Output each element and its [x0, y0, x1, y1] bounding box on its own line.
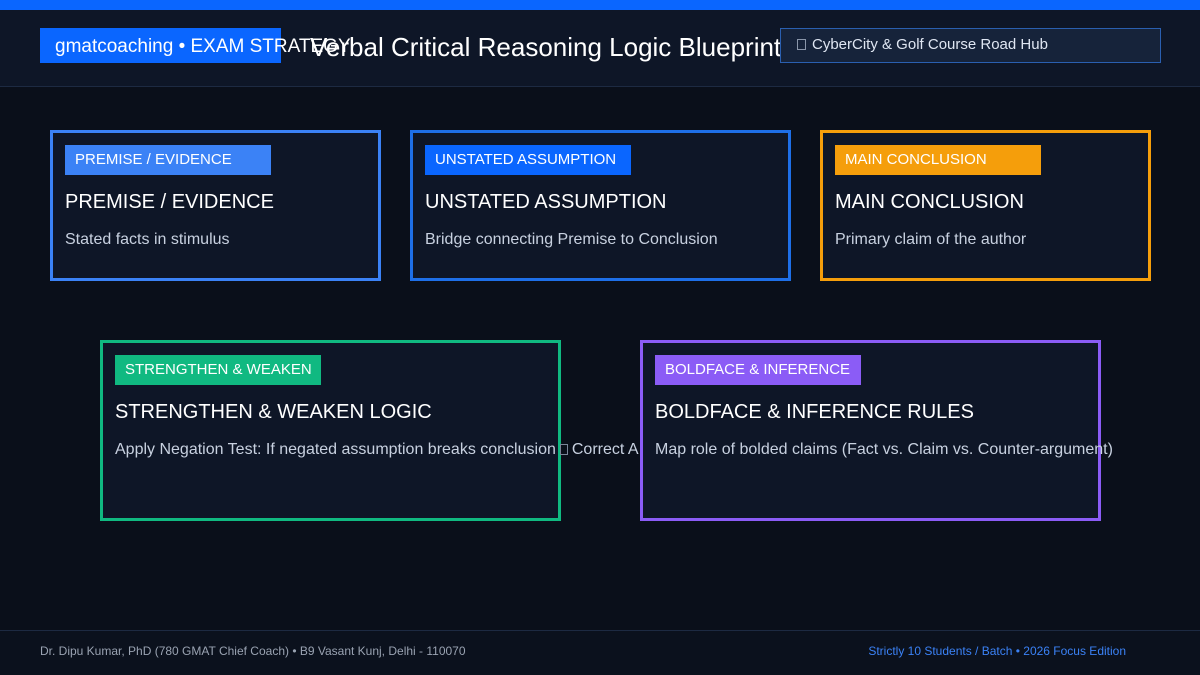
arrow-icon: [559, 444, 568, 455]
assumption-title: UNSTATED ASSUMPTION: [425, 191, 667, 213]
strengthen-title: STRENGTHEN & WEAKEN LOGIC: [115, 401, 432, 423]
location-pin-icon: [797, 39, 806, 50]
strengthen-tag-label: STRENGTHEN & WEAKEN: [125, 361, 312, 378]
premise-tag-label: PREMISE / EVIDENCE: [75, 151, 232, 168]
conclusion-description: Primary claim of the author: [835, 231, 1027, 248]
conclusion-title: MAIN CONCLUSION: [835, 191, 1024, 213]
page-title: Verbal Critical Reasoning Logic Blueprin…: [310, 32, 782, 62]
conclusion-tag-label: MAIN CONCLUSION: [845, 151, 987, 168]
strengthen-desc-tail: Correct A: [571, 441, 639, 458]
slide: gmatcoaching • EXAM STRATEGY Verbal Crit…: [0, 0, 1200, 675]
footer-contact: Dr. Dipu Kumar, PhD (780 GMAT Chief Coac…: [40, 644, 466, 658]
location-text: CyberCity & Golf Course Road Hub: [812, 36, 1048, 53]
footer-batch-note: Strictly 10 Students / Batch • 2026 Focu…: [868, 644, 1126, 658]
location-label: CyberCity & Golf Course Road Hub: [797, 36, 1048, 54]
premise-description: Stated facts in stimulus: [65, 231, 230, 248]
boldface-title: BOLDFACE & INFERENCE RULES: [655, 401, 974, 423]
brand-label: gmatcoaching • EXAM STRATEGY: [55, 36, 351, 57]
top-accent-bar: [0, 0, 1200, 10]
strengthen-description: Apply Negation Test: If negated assumpti…: [115, 440, 640, 459]
assumption-description: Bridge connecting Premise to Conclusion: [425, 231, 718, 248]
boldface-tag-label: BOLDFACE & INFERENCE: [665, 361, 851, 378]
strengthen-desc-text: Apply Negation Test: If negated assumpti…: [115, 441, 556, 458]
footer: Dr. Dipu Kumar, PhD (780 GMAT Chief Coac…: [0, 630, 1200, 675]
premise-title: PREMISE / EVIDENCE: [65, 191, 274, 213]
boldface-description: Map role of bolded claims (Fact vs. Clai…: [655, 441, 1113, 458]
location-box: CyberCity & Golf Course Road Hub: [780, 28, 1161, 63]
assumption-tag-label: UNSTATED ASSUMPTION: [435, 151, 617, 168]
